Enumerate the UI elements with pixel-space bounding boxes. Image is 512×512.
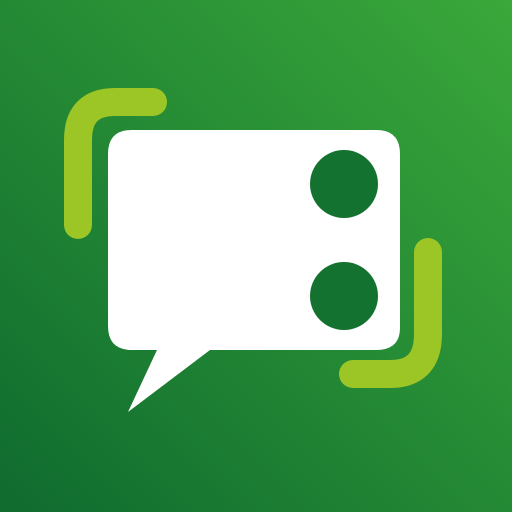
- app-icon: [0, 0, 512, 512]
- bottom-dot-icon: [310, 262, 378, 330]
- top-dot-icon: [310, 150, 378, 218]
- app-icon-graphic: [0, 0, 512, 512]
